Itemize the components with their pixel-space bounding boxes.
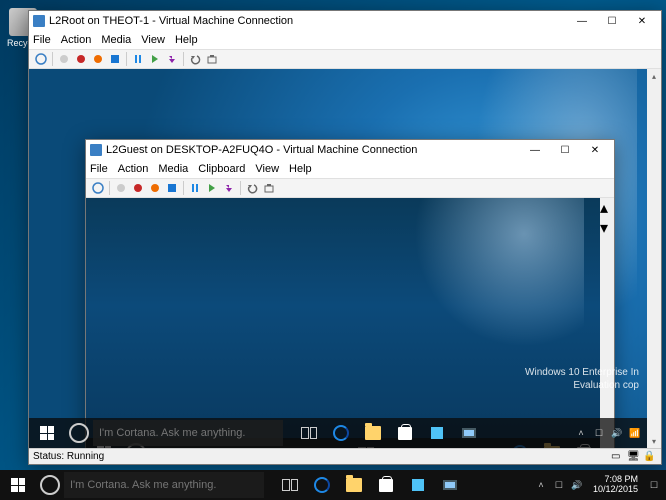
checkpoint-icon[interactable] xyxy=(221,180,237,196)
save-icon[interactable] xyxy=(107,51,123,67)
start-icon[interactable] xyxy=(113,180,129,196)
store-icon[interactable] xyxy=(370,470,402,500)
scroll-down-icon[interactable]: ▾ xyxy=(647,434,661,448)
share-icon[interactable] xyxy=(204,51,220,67)
minimize-button[interactable]: — xyxy=(520,141,550,159)
tray-chevron-icon[interactable]: ˄ xyxy=(573,425,589,441)
menu-media[interactable]: Media xyxy=(101,34,131,46)
turn-off-icon[interactable] xyxy=(73,51,89,67)
ctrl-alt-del-icon[interactable] xyxy=(33,51,49,67)
clock[interactable]: 7:08 PM 10/12/2015 xyxy=(587,475,644,495)
cortana-icon[interactable] xyxy=(69,423,89,443)
minimize-button[interactable]: — xyxy=(567,12,597,30)
edge-icon[interactable] xyxy=(325,418,357,448)
vm-icon xyxy=(90,144,102,156)
shutdown-icon[interactable] xyxy=(90,51,106,67)
host-taskbar: ˄ ☐ 🔊 7:08 PM 10/12/2015 ☐ xyxy=(0,470,666,500)
wallpaper xyxy=(384,198,584,378)
inner-titlebar[interactable]: L2Guest on DESKTOP-A2FUQ4O - Virtual Mac… xyxy=(86,140,614,160)
inner-vm-window: L2Guest on DESKTOP-A2FUQ4O - Virtual Mac… xyxy=(85,139,615,448)
inner-menubar: File Action Media Clipboard View Help xyxy=(86,160,614,178)
scroll-up-icon[interactable]: ▴ xyxy=(600,198,614,218)
menu-action[interactable]: Action xyxy=(61,34,92,46)
inner-vm-guest-desktop[interactable]: ▴ ▾ xyxy=(86,198,614,448)
maximize-button[interactable]: ☐ xyxy=(550,141,580,159)
outer-menubar: File Action Media View Help xyxy=(29,31,661,49)
hyperv-icon[interactable] xyxy=(434,470,466,500)
outer-scroll-bar[interactable]: ▴ ▾ xyxy=(647,69,661,448)
share-icon[interactable] xyxy=(261,180,277,196)
lock-icon[interactable]: 🔒 xyxy=(643,451,657,463)
shutdown-icon[interactable] xyxy=(147,180,163,196)
volume-icon[interactable]: 🔊 xyxy=(609,425,625,441)
edge-icon[interactable] xyxy=(306,470,338,500)
menu-action[interactable]: Action xyxy=(118,163,149,175)
network-icon[interactable]: ☐ xyxy=(551,477,567,493)
outer-vm-guest-desktop[interactable]: L2Guest on DESKTOP-A2FUQ4O - Virtual Mac… xyxy=(29,69,647,448)
pause-icon[interactable] xyxy=(130,51,146,67)
hyperv-icon[interactable] xyxy=(453,418,485,448)
menu-help[interactable]: Help xyxy=(289,163,312,175)
outer-toolbar xyxy=(29,49,661,69)
display-config-icon[interactable]: ▭ xyxy=(611,451,625,463)
cortana-icon[interactable] xyxy=(40,475,60,495)
outer-vm-window: L2Root on THEOT-1 - Virtual Machine Conn… xyxy=(28,10,662,465)
close-button[interactable]: ✕ xyxy=(627,12,657,30)
scroll-bar[interactable]: ▴ ▾ xyxy=(600,198,614,448)
app-icon[interactable] xyxy=(402,470,434,500)
enhanced-session-icon[interactable]: 🖥 xyxy=(627,451,641,463)
explorer-icon[interactable] xyxy=(338,470,370,500)
watermark-text: Windows 10 Enterprise In Evaluation cop xyxy=(525,366,639,392)
revert-icon[interactable] xyxy=(244,180,260,196)
cortana-search-input[interactable] xyxy=(64,472,264,498)
outer-titlebar[interactable]: L2Root on THEOT-1 - Virtual Machine Conn… xyxy=(29,11,661,31)
outer-status-text: Status: Running xyxy=(33,451,609,462)
start-button[interactable] xyxy=(29,418,65,448)
host-desktop: Recycle L2Root on THEOT-1 - Virtual Mach… xyxy=(0,0,666,500)
cortana-search-input[interactable] xyxy=(93,420,283,446)
outer-statusbar: Status: Running ▭ 🖥 🔒 xyxy=(29,448,661,464)
inner-toolbar xyxy=(86,178,614,198)
action-center-icon[interactable]: ☐ xyxy=(646,477,662,493)
outer-title: L2Root on THEOT-1 - Virtual Machine Conn… xyxy=(49,15,567,27)
taskview-icon[interactable] xyxy=(274,470,306,500)
taskview-icon[interactable] xyxy=(293,418,325,448)
reset-icon[interactable] xyxy=(147,51,163,67)
menu-view[interactable]: View xyxy=(141,34,165,46)
outer-guest-taskbar: ˄ ☐ 🔊 📶 xyxy=(29,418,647,448)
save-icon[interactable] xyxy=(164,180,180,196)
menu-clipboard[interactable]: Clipboard xyxy=(198,163,245,175)
close-button[interactable]: ✕ xyxy=(580,141,610,159)
menu-media[interactable]: Media xyxy=(158,163,188,175)
pause-icon[interactable] xyxy=(187,180,203,196)
app-icon[interactable] xyxy=(421,418,453,448)
inner-title: L2Guest on DESKTOP-A2FUQ4O - Virtual Mac… xyxy=(106,144,520,156)
start-button[interactable] xyxy=(0,470,36,500)
volume-icon[interactable]: 🔊 xyxy=(569,477,585,493)
revert-icon[interactable] xyxy=(187,51,203,67)
action-center-icon[interactable]: ☐ xyxy=(591,425,607,441)
outer-guest-tray: ˄ ☐ 🔊 📶 xyxy=(573,425,647,441)
ctrl-alt-del-icon[interactable] xyxy=(90,180,106,196)
explorer-icon[interactable] xyxy=(357,418,389,448)
maximize-button[interactable]: ☐ xyxy=(597,12,627,30)
tray-chevron-icon[interactable]: ˄ xyxy=(533,477,549,493)
turn-off-icon[interactable] xyxy=(130,180,146,196)
menu-help[interactable]: Help xyxy=(175,34,198,46)
menu-file[interactable]: File xyxy=(90,163,108,175)
reset-icon[interactable] xyxy=(204,180,220,196)
scroll-down-icon[interactable]: ▾ xyxy=(600,218,614,238)
vm-icon xyxy=(33,15,45,27)
start-icon[interactable] xyxy=(56,51,72,67)
host-tray: ˄ ☐ 🔊 7:08 PM 10/12/2015 ☐ xyxy=(533,475,666,495)
checkpoint-icon[interactable] xyxy=(164,51,180,67)
menu-view[interactable]: View xyxy=(255,163,279,175)
store-icon[interactable] xyxy=(389,418,421,448)
menu-file[interactable]: File xyxy=(33,34,51,46)
scroll-up-icon[interactable]: ▴ xyxy=(647,69,661,83)
network-icon[interactable]: 📶 xyxy=(627,425,643,441)
